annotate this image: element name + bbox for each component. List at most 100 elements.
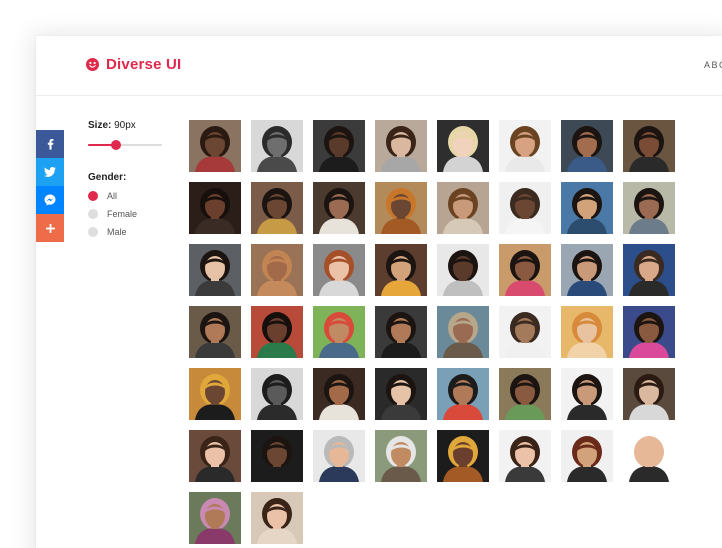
avatar-portrait [499,368,551,420]
avatar-portrait [189,430,241,482]
avatar-portrait [251,182,303,234]
avatar-photo[interactable] [251,306,303,358]
avatar-portrait [189,244,241,296]
avatar-photo[interactable] [189,430,241,482]
gender-option-label: Male [107,227,127,237]
size-value: 90px [114,120,136,131]
avatar-photo[interactable] [189,120,241,172]
avatar-photo[interactable] [313,430,365,482]
avatar-photo[interactable] [561,368,613,420]
avatar-photo[interactable] [251,120,303,172]
avatar-photo[interactable] [623,244,675,296]
avatar-portrait [189,182,241,234]
avatar-portrait [437,430,489,482]
gender-option-label: All [107,191,118,201]
avatar-photo[interactable] [561,244,613,296]
avatar-photo[interactable] [437,120,489,172]
avatar-photo[interactable] [437,306,489,358]
radio-button-female[interactable] [88,209,98,219]
avatar-photo[interactable] [251,492,303,544]
avatar-photo[interactable] [189,368,241,420]
avatar-photo[interactable] [313,244,365,296]
avatar-photo[interactable] [251,244,303,296]
avatar-portrait [375,182,427,234]
size-slider[interactable] [88,140,162,150]
avatar-portrait [437,244,489,296]
avatar-photo[interactable] [189,306,241,358]
avatar-photo[interactable] [251,368,303,420]
avatar-photo[interactable] [561,120,613,172]
avatar-photo[interactable] [499,368,551,420]
avatar-photo[interactable] [189,244,241,296]
twitter-share-button[interactable] [36,158,64,186]
avatar-portrait [313,182,365,234]
avatar-portrait [623,182,675,234]
avatar-portrait [561,306,613,358]
avatar-photo[interactable] [313,182,365,234]
facebook-icon [47,138,53,150]
size-label: Size: [88,120,112,131]
avatar-photo[interactable] [375,244,427,296]
gender-option-label: Female [107,209,138,219]
avatar-photo[interactable] [561,182,613,234]
avatar-photo[interactable] [375,368,427,420]
radio-button-all[interactable] [88,191,98,201]
avatar-portrait [189,368,241,420]
avatar-portrait [499,430,551,482]
avatar-photo[interactable] [437,182,489,234]
share-bar [36,130,64,242]
avatar-portrait [499,306,551,358]
avatar-photo[interactable] [499,244,551,296]
avatar-photo[interactable] [499,306,551,358]
avatar-portrait [375,244,427,296]
avatar-photo[interactable] [375,306,427,358]
avatar-photo[interactable] [375,430,427,482]
avatar-portrait [437,306,489,358]
avatar-photo[interactable] [623,120,675,172]
avatar-photo[interactable] [189,492,241,544]
avatar-photo[interactable] [623,182,675,234]
avatar-portrait [623,244,675,296]
avatar-portrait [561,120,613,172]
avatar-portrait [313,430,365,482]
avatar-photo[interactable] [561,306,613,358]
size-control: Size: 90px [88,120,178,131]
avatar-portrait [437,182,489,234]
facebook-share-button[interactable] [36,130,64,158]
avatar-photo[interactable] [623,430,675,482]
gender-option-female[interactable]: Female [88,209,178,219]
avatar-portrait [499,120,551,172]
avatar-photo[interactable] [499,182,551,234]
avatar-photo[interactable] [251,182,303,234]
avatar-portrait [623,120,675,172]
gender-option-male[interactable]: Male [88,227,178,237]
avatar-photo[interactable] [437,430,489,482]
twitter-icon [44,167,56,177]
avatar-photo[interactable] [313,306,365,358]
avatar-photo[interactable] [499,430,551,482]
avatar-portrait [437,120,489,172]
avatar-photo[interactable] [437,368,489,420]
avatar-photo[interactable] [623,368,675,420]
avatar-photo[interactable] [375,120,427,172]
app-name: Diverse UI [106,56,182,73]
avatar-portrait [251,244,303,296]
avatar-photo[interactable] [251,430,303,482]
avatar-photo[interactable] [189,182,241,234]
avatar-photo[interactable] [313,120,365,172]
slider-thumb[interactable] [111,140,122,150]
logo[interactable]: Diverse UI [86,56,181,73]
more-share-button[interactable] [36,214,64,242]
avatar-photo[interactable] [313,368,365,420]
avatar-portrait [561,368,613,420]
avatar-photo[interactable] [375,182,427,234]
avatar-photo[interactable] [623,306,675,358]
avatar-photo[interactable] [437,244,489,296]
messenger-share-button[interactable] [36,186,64,214]
avatar-portrait [561,244,613,296]
nav-about-link[interactable]: ABO [704,60,722,70]
avatar-photo[interactable] [499,120,551,172]
avatar-photo[interactable] [561,430,613,482]
gender-option-all[interactable]: All [88,191,178,201]
radio-button-male[interactable] [88,227,98,237]
